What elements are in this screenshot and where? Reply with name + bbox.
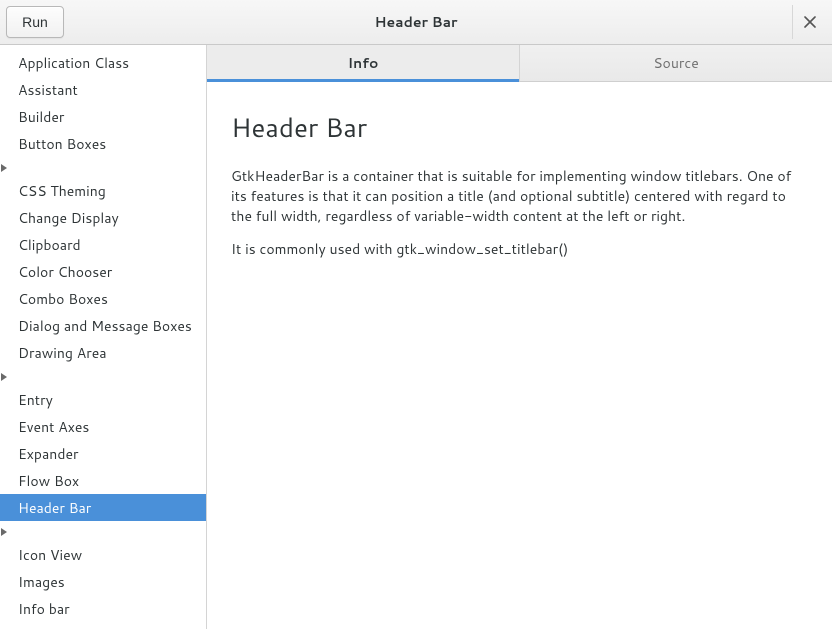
- sidebar-item-label: Entry: [18, 390, 53, 410]
- sidebar-item-label: Images: [18, 572, 65, 592]
- run-button[interactable]: Run: [6, 6, 64, 38]
- sidebar-item[interactable]: Application Class: [0, 49, 206, 76]
- sidebar-item-label: Header Bar: [18, 498, 91, 518]
- sidebar-item[interactable]: Builder: [0, 103, 206, 130]
- sidebar-item[interactable]: Change Display: [0, 204, 206, 231]
- tab-info[interactable]: Info: [207, 45, 519, 81]
- sidebar-item-label: Clipboard: [18, 235, 81, 255]
- expander-icon[interactable]: [0, 366, 8, 386]
- sidebar-item[interactable]: Info bar: [0, 595, 206, 622]
- sidebar-item[interactable]: Color Chooser: [0, 258, 206, 285]
- tab-label: Source: [653, 53, 698, 73]
- expander-icon[interactable]: [0, 157, 8, 177]
- sidebar-item-label: Expander: [18, 444, 78, 464]
- sidebar-item[interactable]: Flow Box: [0, 467, 206, 494]
- sidebar-item-label: Info bar: [18, 599, 70, 619]
- info-paragraph: GtkHeaderBar is a container that is suit…: [231, 166, 808, 227]
- sidebar-item-label: Application Class: [18, 53, 129, 73]
- window-headerbar: Run Header Bar: [0, 0, 832, 45]
- close-icon: [804, 16, 816, 28]
- sidebar-list[interactable]: Application Class Assistant Builder Button …: [0, 45, 206, 629]
- sidebar-item-label: Icon View: [18, 545, 82, 565]
- sidebar-item-label: Color Chooser: [18, 262, 112, 282]
- expander-icon[interactable]: [0, 521, 8, 541]
- sidebar-item[interactable]: Combo Boxes: [0, 285, 206, 312]
- sidebar-item-label: Event Axes: [18, 417, 89, 437]
- window-title: Header Bar: [0, 12, 832, 32]
- sidebar-item-label: Drawing Area: [18, 343, 107, 363]
- sidebar-item-label: Dialog and Message Boxes: [18, 316, 192, 336]
- tab-source[interactable]: Source: [519, 45, 832, 81]
- sidebar-item[interactable]: Assistant: [0, 76, 206, 103]
- sidebar-item[interactable]: Drawing Area: [0, 339, 206, 366]
- sidebar-item[interactable]: Icon View: [0, 541, 206, 568]
- sidebar-item[interactable]: Entry: [0, 386, 206, 413]
- sidebar-item[interactable]: Links: [0, 622, 206, 629]
- sidebar-item[interactable]: Clipboard: [0, 231, 206, 258]
- close-button[interactable]: [792, 5, 826, 39]
- info-content: Header Bar GtkHeaderBar is a container t…: [207, 82, 832, 271]
- sidebar-item[interactable]: Images: [0, 568, 206, 595]
- sidebar-item-label: Assistant: [18, 80, 78, 100]
- sidebar: Application Class Assistant Builder Button …: [0, 45, 207, 629]
- sidebar-item-label: CSS Theming: [18, 181, 106, 201]
- sidebar-item[interactable]: Dialog and Message Boxes: [0, 312, 206, 339]
- sidebar-item[interactable]: Header Bar: [0, 494, 206, 521]
- sidebar-item-label: Flow Box: [18, 471, 79, 491]
- sidebar-item[interactable]: Expander: [0, 440, 206, 467]
- sidebar-item[interactable]: CSS Theming: [0, 177, 206, 204]
- sidebar-item[interactable]: Button Boxes: [0, 130, 206, 157]
- tab-bar: Info Source: [207, 45, 832, 82]
- info-paragraph: It is commonly used with gtk_window_set_…: [231, 239, 808, 259]
- tab-label: Info: [348, 53, 379, 73]
- sidebar-item-label: Builder: [18, 107, 64, 127]
- sidebar-item-label: Change Display: [18, 208, 119, 228]
- sidebar-item-label: Links: [18, 626, 52, 629]
- main-area: Info Source Header Bar GtkHeaderBar is a …: [207, 45, 832, 629]
- info-heading: Header Bar: [231, 110, 808, 148]
- sidebar-item[interactable]: Event Axes: [0, 413, 206, 440]
- sidebar-item-label: Button Boxes: [18, 134, 106, 154]
- sidebar-item-label: Combo Boxes: [18, 289, 108, 309]
